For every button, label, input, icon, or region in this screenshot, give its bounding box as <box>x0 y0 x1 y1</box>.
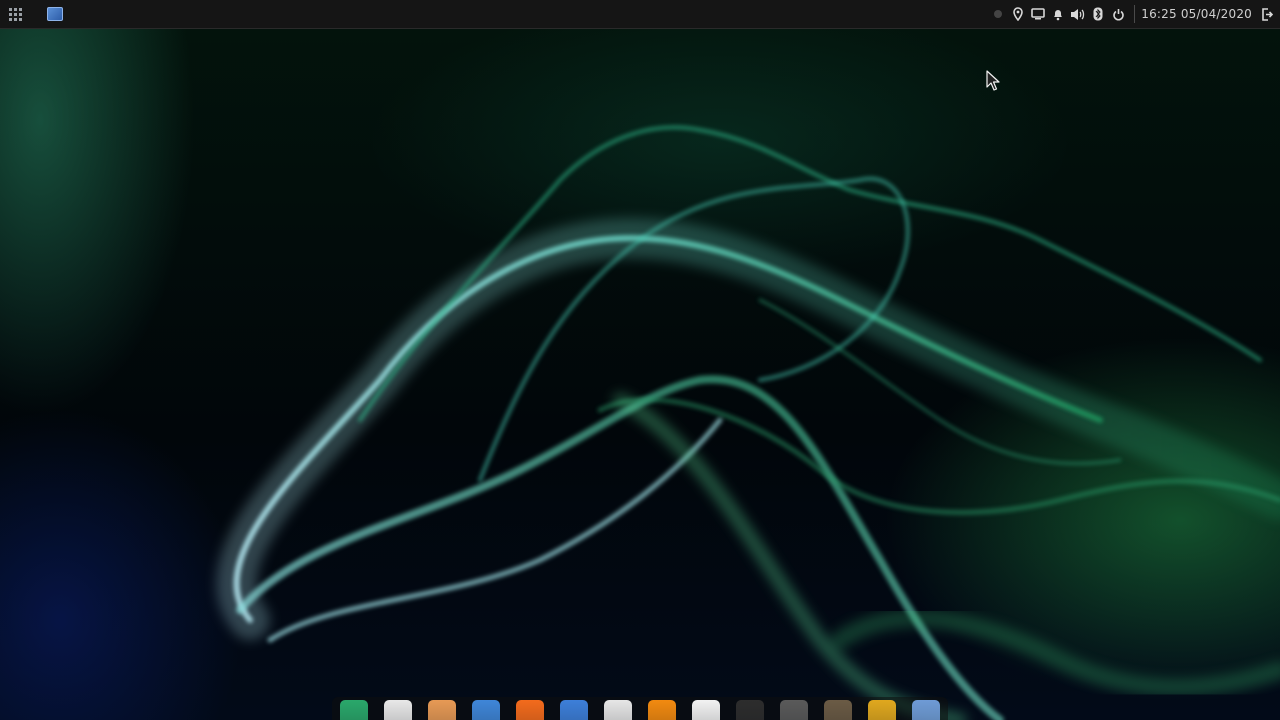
bluetooth-icon[interactable] <box>1088 0 1108 29</box>
clock[interactable]: 16:25 05/04/2020 <box>1141 7 1252 21</box>
briefcase-icon <box>384 700 412 720</box>
dock-item[interactable] <box>689 697 723 720</box>
dock-item[interactable] <box>601 697 635 720</box>
files-icon <box>472 700 500 720</box>
archive-icon <box>428 700 456 720</box>
tray-separator <box>1134 5 1136 23</box>
record-dot-icon[interactable] <box>988 0 1008 29</box>
location-pin-icon[interactable] <box>1008 0 1028 29</box>
desktop-wallpaper <box>0 0 1280 720</box>
power-icon[interactable] <box>1108 0 1128 29</box>
system-tray: 16:25 05/04/2020 <box>988 0 1280 29</box>
dock-item[interactable] <box>645 697 679 720</box>
update-manager-icon <box>868 700 896 720</box>
dock-item[interactable] <box>777 697 811 720</box>
gimp-icon <box>824 700 852 720</box>
terminal-icon <box>736 700 764 720</box>
smoke-wallpaper-graphic <box>216 125 1280 720</box>
dock-item[interactable] <box>557 697 591 720</box>
text-editor-icon <box>604 700 632 720</box>
dock-item[interactable] <box>821 697 855 720</box>
firefox-icon <box>516 700 544 720</box>
screen-icon[interactable] <box>1028 0 1048 29</box>
dock <box>332 697 948 720</box>
dock-item[interactable] <box>381 697 415 720</box>
volume-icon[interactable] <box>1068 0 1088 29</box>
thunderbird-icon <box>560 700 588 720</box>
app-grid-button[interactable] <box>0 0 30 29</box>
vlc-icon <box>648 700 676 720</box>
home-icon <box>780 700 808 720</box>
app-grid-icon <box>8 7 22 21</box>
top-panel: 16:25 05/04/2020 <box>0 0 1280 29</box>
bell-icon[interactable] <box>1048 0 1068 29</box>
dock-item[interactable] <box>337 697 371 720</box>
dock-item[interactable] <box>909 697 943 720</box>
dock-item[interactable] <box>733 697 767 720</box>
mintinstall-icon <box>340 700 368 720</box>
dock-item[interactable] <box>425 697 459 720</box>
dock-item[interactable] <box>469 697 503 720</box>
dock-item[interactable] <box>865 697 899 720</box>
desktop-icon <box>912 700 940 720</box>
logout-icon[interactable] <box>1258 0 1276 29</box>
show-desktop-button[interactable] <box>42 0 68 29</box>
desktop-icon <box>47 7 63 21</box>
mouse-pointer-icon <box>986 70 1000 96</box>
dock-item[interactable] <box>513 697 547 720</box>
document-icon <box>692 700 720 720</box>
